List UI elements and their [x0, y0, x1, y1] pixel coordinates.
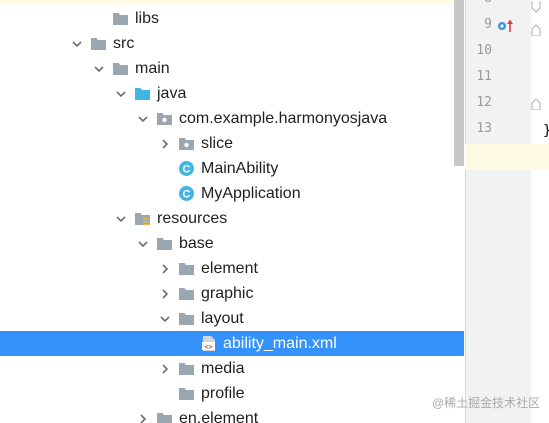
folder-icon — [112, 60, 129, 77]
chevron-down-icon[interactable] — [114, 81, 128, 106]
tree-item-mainability[interactable]: C MainAbility — [0, 156, 464, 181]
chevron-down-icon[interactable] — [114, 206, 128, 231]
tree-item-java[interactable]: java — [0, 81, 464, 106]
override-method-icon[interactable] — [497, 18, 515, 34]
ide-window: libs src main java com.example.harmonyosjava… — [0, 0, 549, 423]
scrollbar-thumb[interactable] — [454, 0, 464, 166]
chevron-down-icon[interactable] — [136, 231, 150, 256]
tree-item-label: java — [157, 85, 187, 102]
chevron-down-icon[interactable] — [92, 56, 106, 81]
tree-item-src[interactable]: src — [0, 31, 464, 56]
source-folder-icon — [134, 85, 151, 102]
project-tree-scrollbar[interactable] — [452, 0, 464, 423]
package-icon — [178, 135, 195, 152]
line-number: 9 — [484, 17, 492, 32]
tree-item-label: main — [135, 60, 170, 77]
tree-item-main[interactable]: main — [0, 56, 464, 81]
tree-item-graphic[interactable]: graphic — [0, 281, 464, 306]
package-icon — [156, 110, 173, 127]
tree-item-com-example-harmonyosjava[interactable]: com.example.harmonyosjava — [0, 106, 464, 131]
folder-icon — [156, 235, 173, 252]
tree-item-label: media — [201, 360, 245, 377]
tree-item-label: MainAbility — [201, 160, 279, 177]
tree-item-label: MyApplication — [201, 185, 301, 202]
tree-item-label: profile — [201, 385, 245, 402]
folder-icon — [90, 35, 107, 52]
tree-item-profile[interactable]: profile — [0, 381, 464, 406]
tree-item-label: ability_main.xml — [223, 335, 337, 352]
folder-icon — [178, 310, 195, 327]
tree-item-label: graphic — [201, 285, 254, 302]
current-line-highlight — [465, 144, 549, 170]
fold-marker-icon[interactable] — [531, 97, 541, 111]
chevron-down-icon[interactable] — [136, 106, 150, 131]
tree-item-label: libs — [135, 10, 160, 27]
line-number: 11 — [476, 69, 492, 84]
tree-item-label: en.element — [179, 410, 259, 423]
tree-item-libs[interactable]: libs — [0, 6, 464, 31]
tree-item-label: resources — [157, 210, 228, 227]
svg-text:C: C — [183, 189, 191, 201]
watermark: @稀土掘金技术社区 — [432, 396, 541, 410]
folder-icon — [178, 385, 195, 402]
line-number: 10 — [476, 43, 492, 58]
line-number: 13 — [476, 121, 492, 136]
class-icon: C — [178, 185, 195, 202]
xml-file-icon: <> — [200, 335, 217, 352]
tree-item-en-element[interactable]: en.element — [0, 406, 464, 423]
tree-item-label: base — [179, 235, 214, 252]
chevron-right-icon[interactable] — [158, 256, 172, 281]
tree-item-base[interactable]: base — [0, 231, 464, 256]
code-closing-brace: } — [543, 118, 549, 144]
tree-item-label: layout — [201, 310, 244, 327]
folder-icon — [178, 260, 195, 277]
fold-marker-icon[interactable] — [531, 23, 541, 37]
resources-folder-icon — [134, 210, 151, 227]
tree-item-myapplication[interactable]: C MyApplication — [0, 181, 464, 206]
tree-item-resources[interactable]: resources — [0, 206, 464, 231]
chevron-right-icon[interactable] — [136, 406, 150, 423]
tree-item-label: src — [113, 35, 135, 52]
svg-text:<>: <> — [204, 343, 212, 351]
svg-text:C: C — [183, 164, 191, 176]
folder-icon — [178, 360, 195, 377]
tree-item-label: slice — [201, 135, 234, 152]
chevron-right-icon[interactable] — [158, 281, 172, 306]
folder-icon — [156, 410, 173, 423]
tree-item-ability-main-xml[interactable]: <> ability_main.xml — [0, 331, 464, 356]
folder-icon — [112, 10, 129, 27]
chevron-down-icon[interactable] — [70, 31, 84, 56]
chevron-down-icon[interactable] — [158, 306, 172, 331]
chevron-right-icon[interactable] — [158, 131, 172, 156]
line-number: 12 — [476, 95, 492, 110]
tree-item-media[interactable]: media — [0, 356, 464, 381]
tree-item-element[interactable]: element — [0, 256, 464, 281]
line-number-partial: 8 — [466, 0, 492, 12]
project-tree-panel: libs src main java com.example.harmonyosjava… — [0, 0, 464, 423]
fold-marker-icon[interactable] — [531, 0, 541, 13]
tree-item-slice[interactable]: slice — [0, 131, 464, 156]
chevron-right-icon[interactable] — [158, 356, 172, 381]
class-icon: C — [178, 160, 195, 177]
editor-gutter: 8 91011121314 — [465, 0, 531, 423]
tree-item-label: element — [201, 260, 258, 277]
tree-item-label: com.example.harmonyosjava — [179, 110, 388, 127]
folder-icon — [178, 285, 195, 302]
editor-code-area[interactable] — [531, 0, 549, 423]
tree-item-layout[interactable]: layout — [0, 306, 464, 331]
